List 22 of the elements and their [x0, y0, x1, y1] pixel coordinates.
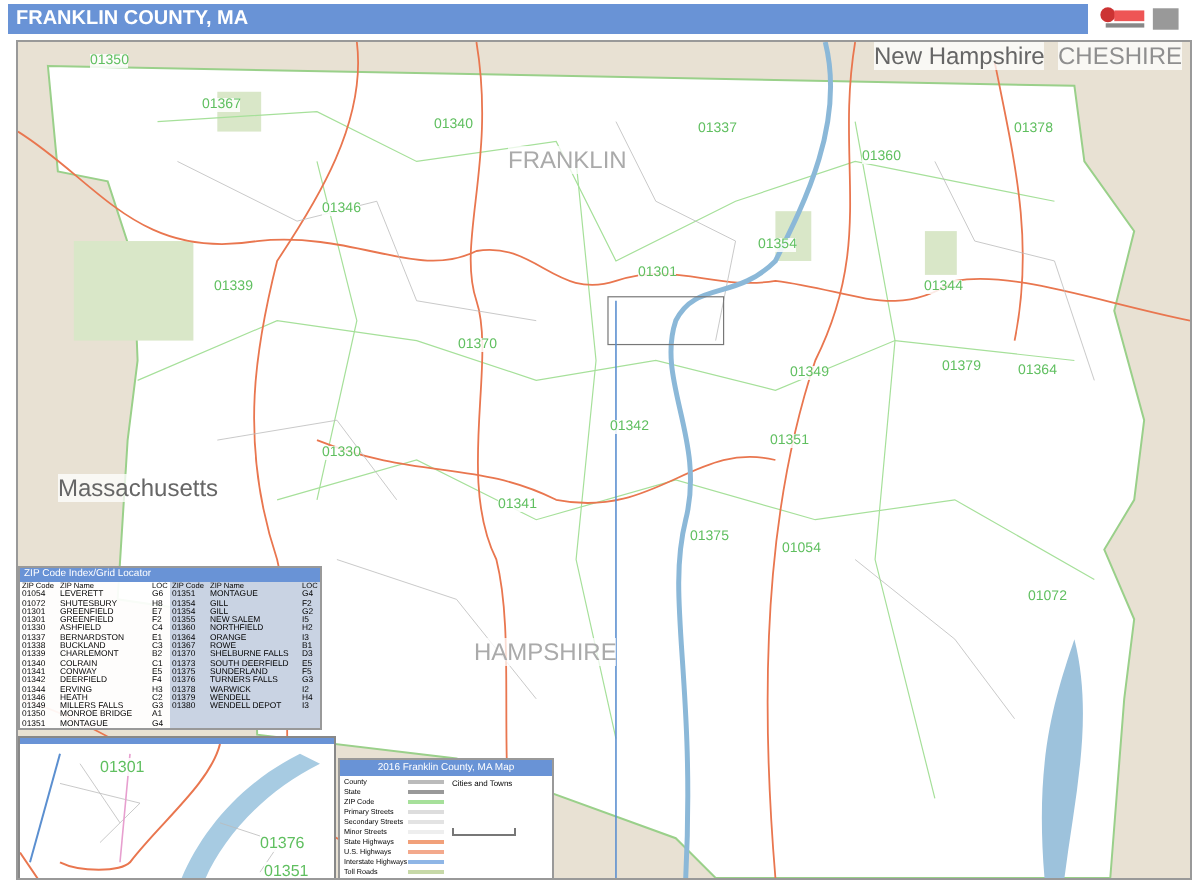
legend-swatch — [408, 860, 444, 865]
state-label: New Hampshire — [874, 42, 1045, 70]
highway — [29, 752, 61, 864]
river — [180, 753, 320, 878]
legend-swatch — [408, 810, 444, 815]
logo-icon — [1088, 4, 1192, 34]
county-label: CHESHIRE — [1058, 42, 1183, 70]
legend-swatch — [408, 850, 444, 855]
inset-locator-box — [607, 296, 725, 346]
zip-code-label: 01301 — [100, 758, 145, 776]
zip-code-label: 01351 — [264, 862, 309, 878]
legend-swatch — [408, 790, 444, 795]
legend-swatch — [408, 840, 444, 845]
county-label: HAMPSHIRE — [474, 638, 617, 666]
zip-code-label: 01376 — [260, 834, 305, 852]
legend-swatch — [408, 780, 444, 785]
map-title: FRANKLIN COUNTY, MA — [14, 8, 249, 30]
county-label: FRANKLIN — [508, 146, 627, 174]
state-label: Massachusetts — [58, 474, 219, 502]
legend-swatch — [408, 870, 444, 875]
legend-swatch — [408, 800, 444, 805]
scale-bar-icon — [452, 828, 516, 836]
